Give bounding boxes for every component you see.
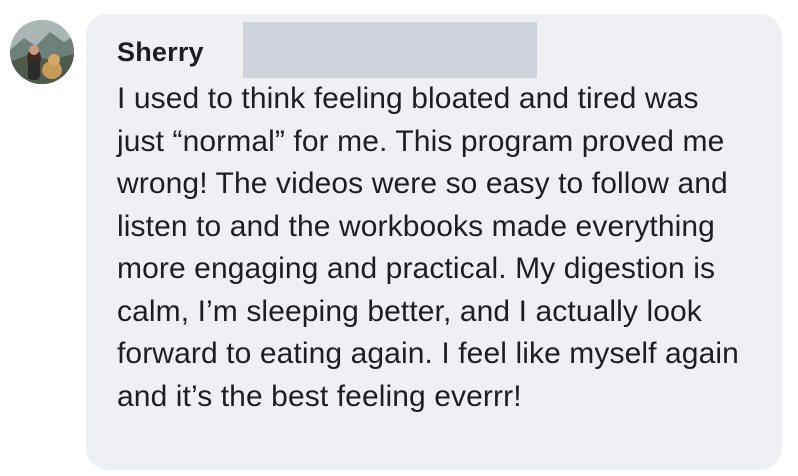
author-name[interactable]: Sherry bbox=[117, 37, 204, 68]
comment-header: Sherry bbox=[117, 22, 754, 78]
comment-bubble: Sherry I used to think feeling bloated a… bbox=[86, 14, 782, 470]
comment-text: I used to think feeling bloated and tire… bbox=[117, 82, 739, 413]
avatar-photo bbox=[10, 20, 74, 84]
redacted-surname bbox=[243, 22, 537, 78]
avatar[interactable] bbox=[10, 20, 74, 84]
